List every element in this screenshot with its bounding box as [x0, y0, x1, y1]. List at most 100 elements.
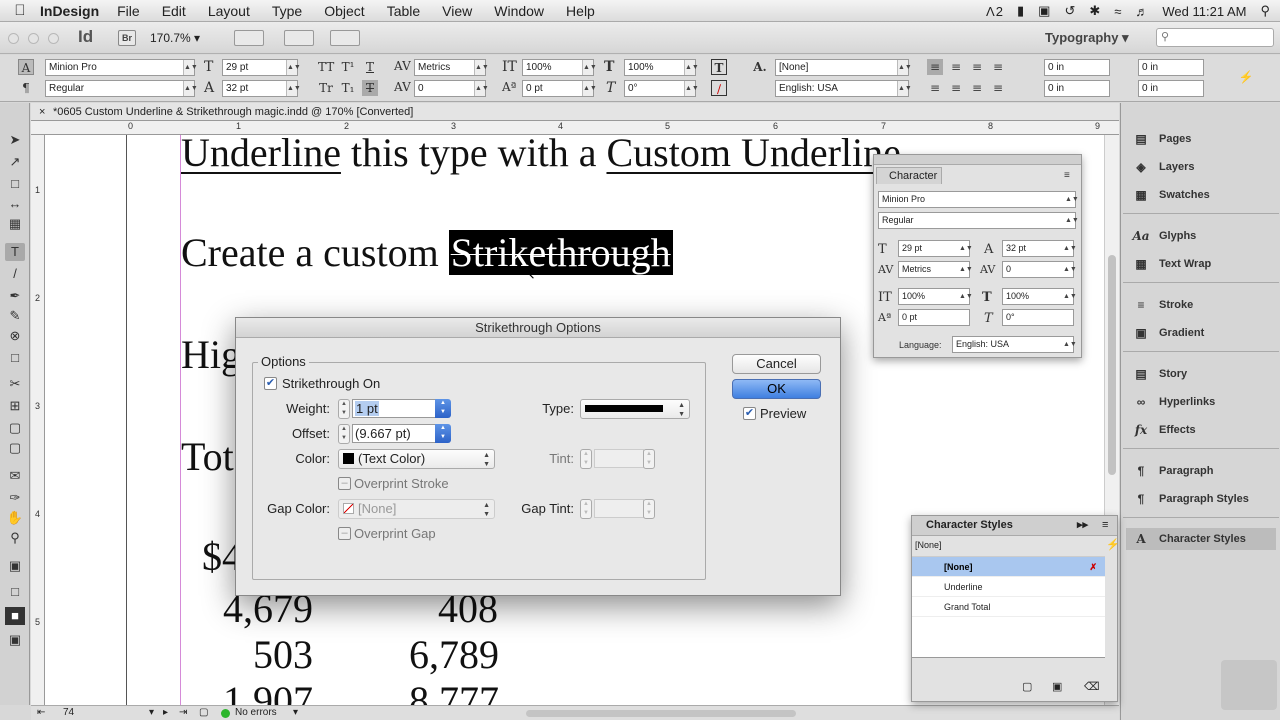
preview-checkbox[interactable]: ✔: [743, 407, 756, 420]
workspace-switcher[interactable]: Typography ▾: [1045, 30, 1129, 46]
dock-paragraph[interactable]: ¶ Paragraph: [1131, 460, 1279, 482]
menu-layout[interactable]: Layout: [208, 3, 250, 19]
superscript-icon[interactable]: T¹: [340, 59, 356, 75]
justify-center-icon[interactable]: ≡: [948, 80, 964, 96]
dock-stroke[interactable]: ≡ Stroke: [1131, 294, 1279, 316]
dock-paragraph-styles[interactable]: ¶ Paragraph Styles: [1131, 488, 1279, 510]
help-search-input[interactable]: ⚲: [1156, 28, 1274, 47]
horizontal-scroll-thumb[interactable]: [526, 710, 796, 717]
dock-text-wrap[interactable]: ▦ Text Wrap: [1131, 253, 1279, 275]
table-cell[interactable]: 503: [253, 631, 313, 678]
wifi-icon[interactable]: ≈: [1114, 4, 1121, 19]
first-line-indent-field[interactable]: 0 in: [1044, 80, 1110, 97]
tint-dropdown-arrow[interactable]: ▲ ▼: [643, 449, 655, 469]
table-cell[interactable]: 6,789: [409, 631, 499, 678]
gap-tint-stepper[interactable]: ▲ ▼: [580, 499, 592, 519]
overprint-gap-checkbox[interactable]: –: [338, 527, 351, 540]
preflight-menu-icon[interactable]: ▾: [293, 706, 298, 720]
underline-icon[interactable]: T: [362, 59, 378, 75]
new-style-icon[interactable]: ▣: [1052, 680, 1062, 693]
hand-tool-icon[interactable]: ✋: [5, 509, 25, 527]
panel-expand-icon[interactable]: ▸▸: [1077, 516, 1088, 535]
font-style-field[interactable]: Regular ▲▼: [45, 80, 198, 97]
quick-apply-icon[interactable]: ⚡: [1106, 538, 1120, 551]
next-page-icon[interactable]: ▸: [163, 706, 168, 720]
right-indent-field[interactable]: 0 in: [1138, 59, 1204, 76]
scroll-thumb[interactable]: [1108, 255, 1116, 475]
line-tool-icon[interactable]: /: [5, 265, 25, 283]
ok-button[interactable]: OK: [732, 379, 821, 399]
last-line-indent-field[interactable]: 0 in: [1138, 80, 1204, 97]
screen-mode-button[interactable]: [284, 30, 314, 46]
baseline-shift-field[interactable]: 0 pt ▲▼: [522, 80, 597, 97]
align-right-icon[interactable]: ≡: [969, 59, 985, 75]
arrange-documents-button[interactable]: [330, 30, 360, 46]
panel-language-field[interactable]: English: USA ▲▼: [952, 336, 1077, 353]
kerning-field[interactable]: Metrics ▲▼: [414, 59, 489, 76]
justify-all-icon[interactable]: ≡: [990, 80, 1006, 96]
menu-file[interactable]: File: [117, 3, 140, 19]
panel-vertical-scale-field[interactable]: 100% ▲▼: [898, 288, 973, 305]
bluetooth-icon[interactable]: ✱: [1089, 3, 1100, 19]
weight-stepper[interactable]: ▲ ▼: [338, 399, 350, 419]
character-styles-header[interactable]: Character Styles ▸▸ ≡: [912, 516, 1117, 536]
page-number[interactable]: 74: [63, 706, 74, 720]
adobe-status-icon[interactable]: Λ 2: [986, 4, 1003, 19]
dock-layers[interactable]: ◈ Layers: [1131, 156, 1279, 178]
eyedropper-tool-icon[interactable]: ✑: [5, 489, 25, 507]
table-cell[interactable]: 8,777: [409, 677, 499, 705]
type-tool-icon[interactable]: T: [5, 243, 25, 261]
list-item[interactable]: Grand Total: [912, 597, 1105, 617]
minimize-window-button[interactable]: [28, 33, 39, 44]
list-item[interactable]: Underline: [912, 577, 1105, 597]
content-collector-icon[interactable]: ▦: [5, 215, 25, 233]
screen-mode-icon[interactable]: ▣: [5, 631, 25, 649]
app-menu[interactable]: InDesign: [40, 3, 99, 19]
offset-stepper[interactable]: ▲ ▼: [338, 424, 350, 444]
small-caps-icon[interactable]: Tr: [318, 80, 334, 96]
selection-tool-icon[interactable]: ➤: [5, 131, 25, 149]
panel-leading-field[interactable]: 32 pt ▲▼: [1002, 240, 1077, 257]
panel-tracking-field[interactable]: 0 ▲▼: [1002, 261, 1077, 278]
character-style-field[interactable]: [None] ▲▼: [775, 59, 912, 76]
spotlight-icon[interactable]: ⚲: [1260, 3, 1270, 19]
new-style-group-icon[interactable]: ▢: [1022, 680, 1032, 693]
normal-view-icon[interactable]: ■: [5, 607, 25, 625]
align-center-icon[interactable]: ≡: [948, 59, 964, 75]
left-indent-field[interactable]: 0 in: [1044, 59, 1110, 76]
zoom-window-button[interactable]: [48, 33, 59, 44]
rectangle-tool-icon[interactable]: □: [5, 349, 25, 367]
page-tool-icon[interactable]: □: [5, 175, 25, 193]
free-transform-tool-icon[interactable]: ⊞: [5, 397, 25, 415]
overprint-stroke-checkbox[interactable]: –: [338, 477, 351, 490]
zoom-level[interactable]: 170.7% ▾: [150, 31, 200, 45]
skew-field[interactable]: 0° ▲▼: [624, 80, 699, 97]
panel-font-style-field[interactable]: Regular ▲▼: [878, 212, 1079, 229]
gap-color-select[interactable]: [None] ▲ ▼: [338, 499, 495, 519]
subscript-icon[interactable]: T₁: [340, 80, 356, 96]
stroke-type-select[interactable]: ▲ ▼: [580, 399, 690, 419]
text-line-highlight[interactable]: Hig: [181, 331, 241, 378]
close-document-icon[interactable]: ×: [39, 103, 45, 121]
language-field[interactable]: English: USA ▲▼: [775, 80, 912, 97]
tint-input[interactable]: [594, 449, 644, 468]
pencil-tool-icon[interactable]: ✎: [5, 307, 25, 325]
panel-menu-icon[interactable]: ≡: [1102, 516, 1108, 535]
fill-stroke-icon[interactable]: ▣: [5, 557, 25, 575]
text-line-strikethrough[interactable]: Create a custom Strikethrough: [181, 229, 673, 276]
gap-tool-icon[interactable]: ↔: [5, 195, 25, 213]
pen-tool-icon[interactable]: ✒: [5, 287, 25, 305]
last-page-icon[interactable]: ⇥: [179, 706, 187, 720]
panel-font-size-field[interactable]: 29 pt ▲▼: [898, 240, 973, 257]
leading-field[interactable]: 32 pt ▲▼: [222, 80, 301, 97]
dock-gradient[interactable]: ▣ Gradient: [1131, 322, 1279, 344]
weight-dropdown-arrow[interactable]: ▲ ▼: [435, 399, 451, 418]
horizontal-scale-field[interactable]: 100% ▲▼: [624, 59, 699, 76]
vertical-scale-field[interactable]: 100% ▲▼: [522, 59, 597, 76]
delete-style-icon[interactable]: ⌫: [1084, 680, 1100, 693]
lightning-icon[interactable]: ⚡: [1238, 69, 1254, 85]
rectangle-frame-tool-icon[interactable]: ⊗: [5, 327, 25, 345]
panel-horizontal-scale-field[interactable]: 100% ▲▼: [1002, 288, 1077, 305]
menu-window[interactable]: Window: [494, 3, 544, 19]
panel-kerning-field[interactable]: Metrics ▲▼: [898, 261, 973, 278]
